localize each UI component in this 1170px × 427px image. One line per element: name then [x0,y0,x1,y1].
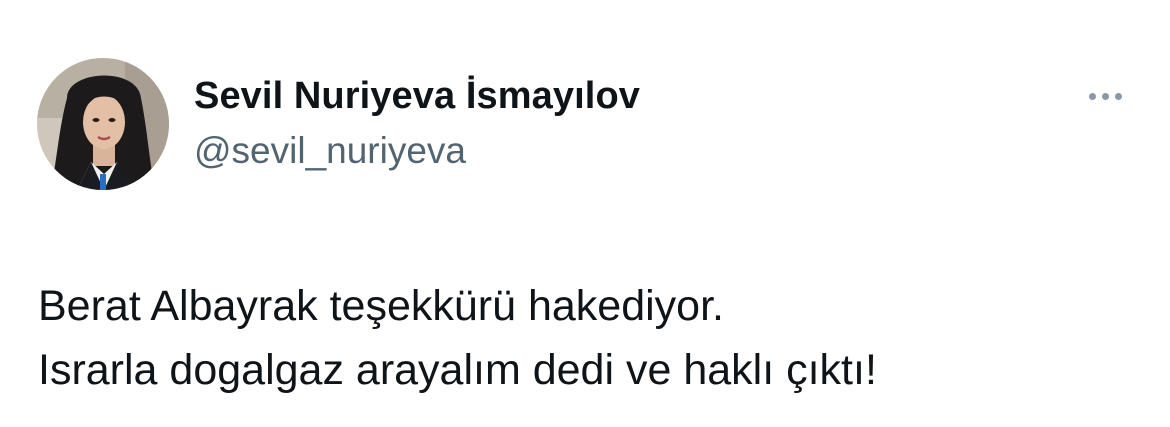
more-options-button[interactable] [1080,83,1130,109]
profile-photo [37,58,169,190]
tweet-text-line: Berat Albayrak teşekkürü hakediyor. [38,282,724,330]
tweet-text-line: Israrla dogalgaz arayalım dedi ve haklı … [38,346,877,394]
tweet-text: Berat Albayrak teşekkürü hakediyor. Isra… [38,274,1138,402]
author-display-name[interactable]: Sevil Nuriyeva İsmayılov [194,72,640,120]
more-horizontal-icon [1101,92,1109,100]
more-horizontal-icon [1114,92,1122,100]
author-handle[interactable]: @sevil_nuriyeva [194,128,466,174]
tweet-card: Sevil Nuriyeva İsmayılov @sevil_nuriyeva… [0,0,1170,427]
avatar[interactable] [37,58,169,190]
more-horizontal-icon [1088,92,1096,100]
